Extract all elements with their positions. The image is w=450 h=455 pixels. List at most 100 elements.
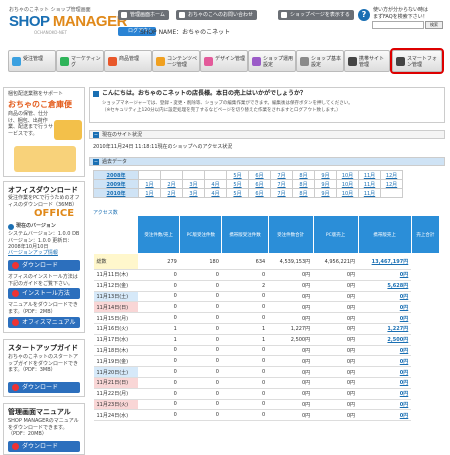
row-cell[interactable]: 0円 bbox=[358, 355, 412, 368]
row-cell[interactable]: 0円 bbox=[358, 366, 412, 378]
month-link[interactable]: 4月 bbox=[204, 179, 227, 189]
month-link[interactable]: 1月 bbox=[138, 179, 161, 189]
row-cell[interactable]: 0円 bbox=[358, 291, 412, 303]
month-link[interactable]: 4月 bbox=[204, 188, 227, 198]
month-link[interactable]: 12月 bbox=[380, 170, 403, 180]
collapse-icon: − bbox=[93, 132, 99, 138]
nav-tab-8[interactable]: スマートフォン管理 bbox=[390, 48, 444, 74]
month-link[interactable]: 8月 bbox=[292, 170, 315, 180]
brand-logo[interactable]: SHOP MANAGER bbox=[9, 13, 127, 30]
version-info-link[interactable]: バージョンアップ情報 bbox=[8, 250, 82, 257]
startup-heading: スタートアップガイド bbox=[8, 344, 78, 352]
month-link[interactable]: 5月 bbox=[226, 188, 249, 198]
month-link[interactable]: 2月 bbox=[160, 179, 183, 189]
month-link[interactable]: 10月 bbox=[336, 188, 359, 198]
row-cell: 1,227円 bbox=[268, 323, 314, 335]
month-link[interactable]: 10月 bbox=[336, 179, 359, 189]
row-cell[interactable]: 1,227円 bbox=[358, 323, 412, 335]
faq-search-input[interactable] bbox=[372, 21, 424, 29]
row-date: 11月14日(日) bbox=[93, 301, 138, 314]
mail-icon bbox=[179, 12, 185, 18]
nav-tab-1[interactable]: マーケティング bbox=[56, 50, 104, 72]
row-cell[interactable]: 0円 bbox=[358, 399, 412, 411]
row-cell: 0円 bbox=[313, 280, 359, 292]
row-cell[interactable]: 0円 bbox=[358, 301, 412, 314]
month-link[interactable]: 12月 bbox=[380, 179, 403, 189]
faq-search-button[interactable]: 検索 bbox=[425, 21, 443, 29]
year-month-table: 2008年 5月 6月 7月 8月 9月 10月 11月 12月 2009年 1月 2月 3月 4月 5月 6… bbox=[93, 170, 403, 198]
nav-tab-7[interactable]: 携帯サイト管理 bbox=[344, 50, 390, 72]
install-guide-button[interactable]: インストール方法 bbox=[8, 288, 80, 299]
row-cell: 0 bbox=[179, 399, 222, 411]
month-link[interactable]: 1月 bbox=[138, 188, 161, 198]
month-link[interactable]: 9月 bbox=[314, 188, 337, 198]
view-shop-button[interactable]: ショップページを表示する bbox=[278, 10, 354, 20]
row-cell[interactable]: 0円 bbox=[358, 409, 412, 422]
table-row: 11月17日(水) 1 0 1 2,500円 0円 2,500円 bbox=[93, 334, 440, 346]
row-cell[interactable]: 0円 bbox=[358, 312, 412, 324]
month-link[interactable]: 8月 bbox=[292, 179, 315, 189]
month-link[interactable]: 11月 bbox=[358, 170, 381, 180]
nav-tab-5[interactable]: ショップ運用設定 bbox=[248, 50, 296, 72]
col-total-sales: 売上合計 bbox=[410, 215, 441, 254]
row-cell: 0円 bbox=[268, 388, 314, 400]
past-data-header[interactable]: − 過去データ bbox=[89, 157, 445, 166]
row-cell: 0円 bbox=[268, 399, 314, 411]
nav-tab-label: コンテンツページ管理 bbox=[167, 56, 198, 68]
row-cell[interactable]: 0円 bbox=[358, 345, 412, 357]
office-manual-label: オフィスマニュアル bbox=[22, 319, 76, 326]
row-cell: 0 bbox=[179, 280, 222, 292]
month-link[interactable]: 6月 bbox=[248, 179, 271, 189]
month-link[interactable]: 2月 bbox=[160, 188, 183, 198]
row-cell: 1 bbox=[137, 334, 180, 346]
table-row: 11月16日(火) 1 0 1 1,227円 0円 1,227円 bbox=[93, 323, 440, 335]
admin-manual-download-button[interactable]: ダウンロード bbox=[8, 441, 80, 452]
row-cell[interactable]: 0円 bbox=[358, 377, 412, 389]
row-cell[interactable]: 5,628円 bbox=[358, 280, 412, 292]
month-link[interactable]: 10月 bbox=[336, 170, 359, 180]
table-row: 11月11日(木) 0 0 0 0円 0円 0円 bbox=[93, 269, 440, 281]
office-download-button[interactable]: ダウンロード bbox=[8, 260, 80, 271]
contact-button[interactable]: おちゃのこへのお問い合わせ bbox=[176, 10, 258, 20]
nav-tab-3[interactable]: コンテンツページ管理 bbox=[152, 50, 200, 72]
nav-tab-6[interactable]: ショップ基本設定 bbox=[296, 50, 344, 72]
row-cell[interactable]: 0円 bbox=[358, 388, 412, 400]
nav-tab-4[interactable]: デザイン管理 bbox=[200, 50, 248, 72]
row-cell[interactable]: 2,500円 bbox=[358, 334, 412, 346]
greeting-panel: こんにちは。おちゃのこネットの店長様。本日の売上はいかがでしょうか？ ショップマ… bbox=[89, 87, 445, 123]
month-link[interactable]: 11月 bbox=[358, 179, 381, 189]
month-link[interactable]: 3月 bbox=[182, 188, 205, 198]
nav-tab-0[interactable]: 受注管理 bbox=[8, 50, 56, 72]
startup-download-button[interactable]: ダウンロード bbox=[8, 382, 80, 393]
nav-tab-icon bbox=[348, 57, 357, 66]
month-link[interactable]: 5月 bbox=[226, 179, 249, 189]
status-header[interactable]: − 現在のサイト状況 bbox=[89, 130, 445, 139]
month-link[interactable]: 7月 bbox=[270, 170, 293, 180]
month-link[interactable]: 9月 bbox=[314, 170, 337, 180]
row-cell: 0 bbox=[221, 388, 269, 400]
month-link[interactable]: 5月 bbox=[226, 170, 249, 180]
warehouse-ad[interactable]: 梱包配送業務をサポート おちゃのこ倉庫便 商品の保管、仕分け、梱包、出荷作業、配… bbox=[3, 87, 85, 177]
month-link[interactable]: 6月 bbox=[248, 188, 271, 198]
year-link[interactable]: 2009年 bbox=[93, 179, 139, 189]
office-manual-button[interactable]: オフィスマニュアル bbox=[8, 317, 80, 328]
table-row: 11月14日(日) 0 0 0 0円 0円 0円 bbox=[93, 301, 440, 314]
month-link[interactable]: 6月 bbox=[248, 170, 271, 180]
row-cell: 0 bbox=[221, 366, 269, 378]
version-heading: 現在のバージョン bbox=[16, 223, 56, 229]
month-link[interactable]: 9月 bbox=[314, 179, 337, 189]
nav-tab-icon bbox=[396, 57, 405, 66]
table-row: 11月21日(日) 0 0 0 0円 0円 0円 bbox=[93, 377, 440, 389]
nav-tab-2[interactable]: 商品管理 bbox=[104, 50, 152, 72]
month-link[interactable]: 8月 bbox=[292, 188, 315, 198]
month-link[interactable]: 3月 bbox=[182, 179, 205, 189]
year-link[interactable]: 2008年 bbox=[93, 170, 139, 180]
total-sum[interactable]: 13,467,197円 bbox=[358, 253, 412, 270]
row-cell[interactable]: 0円 bbox=[358, 269, 412, 281]
month-link[interactable]: 11月 bbox=[358, 188, 381, 198]
year-link[interactable]: 2010年 bbox=[93, 188, 139, 198]
month-link[interactable]: 7月 bbox=[270, 179, 293, 189]
table-row: 11月19日(金) 0 0 0 0円 0円 0円 bbox=[93, 355, 440, 368]
month-link[interactable]: 7月 bbox=[270, 188, 293, 198]
admin-home-button[interactable]: 管理画面ホーム bbox=[118, 10, 169, 20]
